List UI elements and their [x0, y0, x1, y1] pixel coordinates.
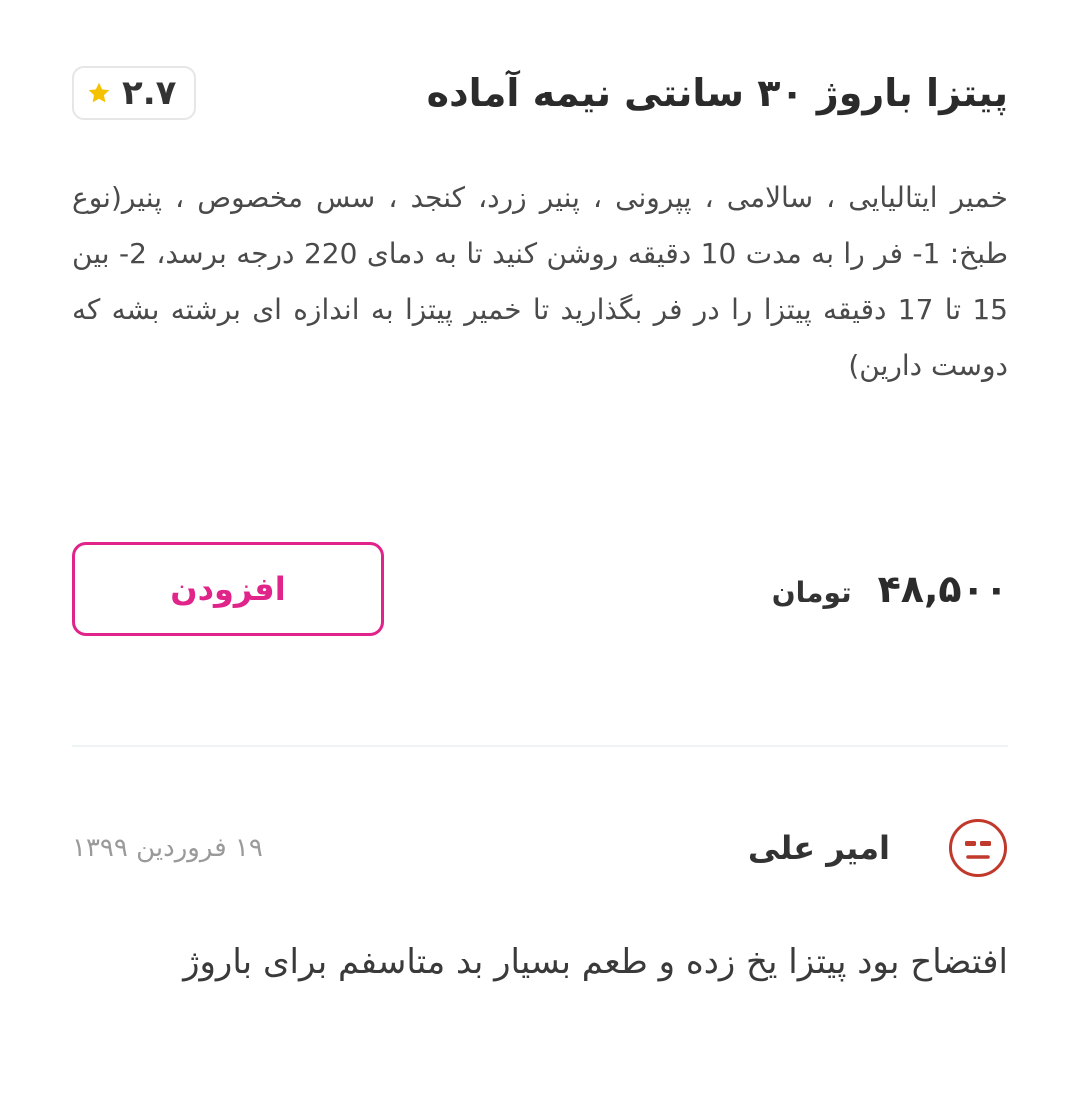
rating-badge: ۲.۷ [72, 66, 197, 120]
product-description: خمیر ایتالیایی ، سالامی ، پپرونی ، پنیر … [72, 181, 1008, 382]
price-unit: تومان [771, 576, 852, 609]
reviewer-name: امیر علی [747, 829, 890, 867]
product-header: پیتزا باروژ ۳۰ سانتی نیمه آماده ۲.۷ [72, 62, 1008, 124]
review-date: ۱۹ فروردین ۱۳۹۹ [72, 833, 263, 863]
unamused-face-icon [949, 819, 1007, 877]
review-text: افتضاح بود پیتزا یخ زده و طعم بسیار بد م… [183, 942, 1008, 982]
reviewer: امیر علی [748, 818, 1008, 878]
product-detail-page: پیتزا باروژ ۳۰ سانتی نیمه آماده ۲.۷ خمیر… [0, 0, 1078, 1096]
price: ۴۸,۵۰۰ تومان [772, 567, 1008, 611]
review-header: امیر علی ۱۹ فروردین ۱۳۹۹ [72, 816, 1008, 880]
rating-value: ۲.۷ [122, 73, 177, 113]
price-value: ۴۸,۵۰۰ [877, 567, 1008, 611]
add-to-cart-button[interactable]: افزودن [72, 542, 384, 636]
section-divider [72, 745, 1008, 747]
price-row: ۴۸,۵۰۰ تومان افزودن [72, 542, 1008, 636]
star-icon [88, 82, 110, 103]
product-title: پیتزا باروژ ۳۰ سانتی نیمه آماده [426, 71, 1008, 115]
